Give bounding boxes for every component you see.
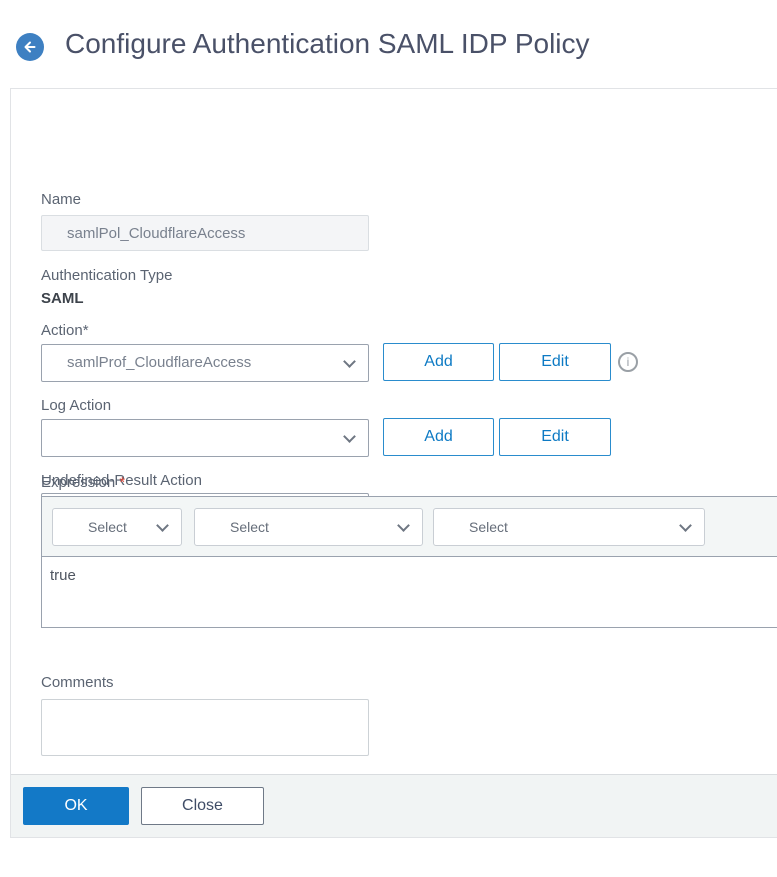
expression-label: Expression * (41, 474, 126, 491)
name-input (41, 215, 369, 251)
chevron-down-icon (679, 519, 692, 532)
expression-select-1[interactable]: Select (52, 508, 182, 546)
close-button[interactable]: Close (141, 787, 264, 825)
log-action-edit-button[interactable]: Edit (499, 418, 611, 456)
action-select[interactable]: samlProf_CloudflareAccess (41, 344, 369, 382)
chevron-down-icon (343, 430, 356, 443)
expression-select-3[interactable]: Select (433, 508, 705, 546)
info-icon[interactable]: i (618, 352, 638, 372)
authentication-type-label: Authentication Type (41, 267, 173, 284)
authentication-type-value: SAML (41, 290, 84, 307)
expression-select-3-value: Select (469, 519, 508, 535)
log-action-label: Log Action (41, 397, 112, 414)
action-edit-button[interactable]: Edit (499, 343, 611, 381)
expression-input[interactable]: true (42, 557, 777, 627)
log-action-add-button[interactable]: Add (383, 418, 494, 456)
required-asterisk: * (119, 474, 126, 491)
page-title: Configure Authentication SAML IDP Policy (65, 28, 590, 59)
chevron-down-icon (397, 519, 410, 532)
chevron-down-icon (343, 355, 356, 368)
arrow-left-icon (22, 39, 38, 55)
comments-label: Comments (41, 674, 114, 691)
action-add-button[interactable]: Add (383, 343, 494, 381)
name-label: Name (41, 191, 82, 208)
config-form-panel: Name Authentication Type SAML Action* sa… (10, 88, 777, 838)
chevron-down-icon (156, 519, 169, 532)
action-select-value: samlProf_CloudflareAccess (67, 354, 252, 371)
back-button[interactable] (16, 33, 44, 61)
page-header: Configure Authentication SAML IDP Policy (0, 0, 777, 88)
expression-select-2-value: Select (230, 519, 269, 535)
expression-editor: Select Select Select true (41, 496, 777, 628)
comments-input[interactable] (41, 699, 369, 756)
expression-select-2[interactable]: Select (194, 508, 423, 546)
ok-button[interactable]: OK (23, 787, 129, 825)
expression-select-1-value: Select (88, 519, 127, 535)
action-label: Action* (41, 322, 89, 339)
form-footer: OK Close (11, 774, 777, 837)
expression-toolbar: Select Select Select (42, 497, 777, 557)
log-action-select[interactable] (41, 419, 369, 457)
